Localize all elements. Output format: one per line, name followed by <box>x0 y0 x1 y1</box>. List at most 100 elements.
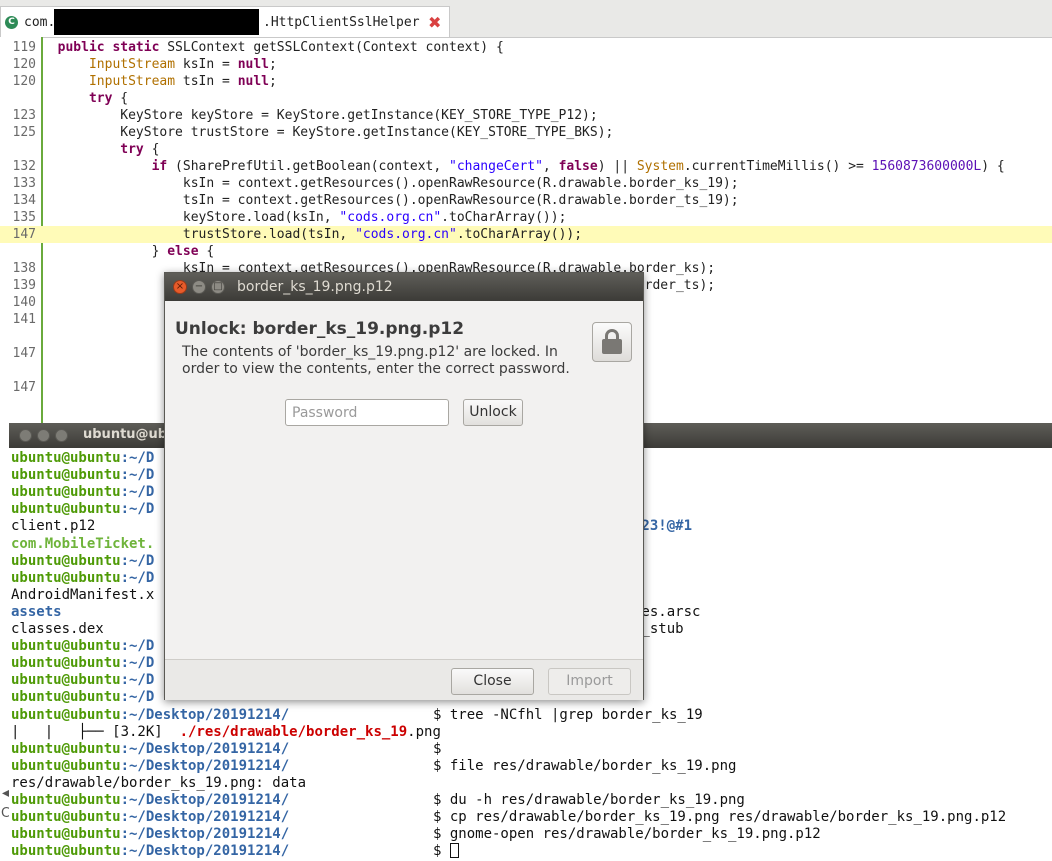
code-token: tsIn = <box>175 74 238 89</box>
unlock-button[interactable]: Unlock <box>463 399 523 426</box>
code-line[interactable]: try { <box>0 90 1052 107</box>
line-number: 147 <box>12 227 36 242</box>
code-text: try { <box>42 90 128 107</box>
dialog-title: border_ks_19.png.p12 <box>237 279 393 295</box>
code-line[interactable]: 134 tsIn = context.getResources().openRa… <box>0 192 1052 209</box>
prompt-path: :~/Desktop/20191214/ <box>120 741 290 757</box>
prompt-user: ubuntu@ubuntu <box>11 638 121 654</box>
prompt-path: :~/Desktop/20191214/ <box>120 792 290 808</box>
line-number: 134 <box>12 193 36 208</box>
command-wrap: $ cp res/drawable/border_ks_19.png res/d… <box>433 809 1006 826</box>
code-line[interactable]: 135 keyStore.load(ksIn, "cods.org.cn".to… <box>0 209 1052 226</box>
code-token: .toCharArray()); <box>456 227 583 242</box>
code-token: keyStore.load(ksIn, <box>42 210 340 225</box>
terminal-line: res/drawable/border_ks_19.png: data <box>11 775 1051 792</box>
terminal-line: ubuntu@ubuntu:~/Desktop/20191214/ $ cp re… <box>11 809 1051 826</box>
code-token: InputStream <box>88 57 176 72</box>
terminal-minimize-icon[interactable] <box>37 429 50 442</box>
dialog-titlebar: × − □ border_ks_19.png.p12 <box>165 273 643 301</box>
code-line[interactable]: 133 ksIn = context.getResources().openRa… <box>0 175 1052 192</box>
terminal-close-icon[interactable] <box>19 429 32 442</box>
prompt-path: :~/Desktop/20191214/ <box>120 758 290 774</box>
command-wrap: $ file res/drawable/border_ks_19.png <box>433 758 736 775</box>
code-token: (SharePrefUtil.getBoolean(context, <box>167 159 449 174</box>
line-number: 138 <box>12 261 36 276</box>
code-token: ) { <box>981 159 1005 174</box>
code-token: ksIn = <box>175 57 238 72</box>
import-button[interactable]: Import <box>548 668 631 695</box>
terminal-maximize-icon[interactable] <box>55 429 68 442</box>
line-number: 147 <box>12 346 36 361</box>
code-line[interactable]: try { <box>0 141 1052 158</box>
prompt-symbol: $ <box>433 792 450 808</box>
prompt-symbol: $ <box>433 843 450 859</box>
redaction-bar <box>54 9 259 35</box>
code-text: trustStore.load(tsIn, "cods.org.cn".toCh… <box>42 226 582 243</box>
code-line[interactable]: 120 InputStream tsIn = null; <box>0 73 1052 90</box>
prompt-user: ubuntu@ubuntu <box>11 741 121 757</box>
code-token: try <box>120 142 144 157</box>
tab-close-icon[interactable]: ✖ <box>428 13 441 32</box>
code-line[interactable]: 123 KeyStore keyStore = KeyStore.getInst… <box>0 107 1052 124</box>
code-line[interactable]: 132 if (SharePrefUtil.getBoolean(context… <box>0 158 1052 175</box>
prompt-user: ubuntu@ubuntu <box>11 843 121 859</box>
password-input[interactable] <box>285 399 449 426</box>
line-number: 133 <box>12 176 36 191</box>
code-text: if (SharePrefUtil.getBoolean(context, "c… <box>42 158 1005 175</box>
dialog-close-icon[interactable]: × <box>173 280 187 294</box>
tree-ext: .png <box>407 724 441 740</box>
terminal-line: ubuntu@ubuntu:~/Desktop/20191214/ $ <box>11 741 1051 758</box>
line-number: 147 <box>12 380 36 395</box>
code-token: 1560873600000L <box>871 159 982 174</box>
code-token: InputStream <box>88 74 176 89</box>
prompt-symbol: $ <box>433 826 450 842</box>
code-line[interactable]: 147 trustStore.load(tsIn, "cods.org.cn".… <box>0 226 1052 243</box>
prompt-user: ubuntu@ubuntu <box>11 707 121 723</box>
code-line[interactable]: 119 public static SSLContext getSSLConte… <box>0 39 1052 56</box>
dialog-maximize-icon[interactable]: □ <box>211 280 225 294</box>
terminal-line: ubuntu@ubuntu:~/Desktop/20191214/ $ tree … <box>11 707 1051 724</box>
line-number: 120 <box>12 57 36 72</box>
code-token: .currentTimeMillis() >= <box>683 159 872 174</box>
dialog-footer: Close Import <box>165 659 643 700</box>
code-token: tsIn = context.getResources().openRawRes… <box>42 193 739 208</box>
prompt-user: ubuntu@ubuntu <box>11 467 121 483</box>
code-line[interactable]: 120 InputStream ksIn = null; <box>0 56 1052 73</box>
prompt-path: :~/Desktop/20191214/ <box>120 826 290 842</box>
close-button[interactable]: Close <box>451 668 534 695</box>
terminal-line: ubuntu@ubuntu:~/Desktop/20191214/ $ du -h… <box>11 792 1051 809</box>
prompt-symbol: $ <box>433 758 450 774</box>
terminal-cursor <box>449 843 459 858</box>
code-line[interactable]: } else { <box>0 243 1052 260</box>
code-token: false <box>558 159 598 174</box>
code-text: InputStream ksIn = null; <box>42 56 277 73</box>
dialog-minimize-icon[interactable]: − <box>192 280 206 294</box>
code-token: trustStore.load(tsIn, <box>42 227 356 242</box>
output-text: assets <box>11 604 62 620</box>
editor-tab-bar: C com. .HttpClientSslHelper ✖ <box>0 0 1052 38</box>
code-token: "cods.org.cn" <box>339 210 442 225</box>
editor-tab[interactable]: C com. .HttpClientSslHelper ✖ <box>0 6 450 37</box>
prompt-path: :~/Desktop/20191214/ <box>120 809 290 825</box>
terminal-title: ubuntu@ub <box>83 427 168 442</box>
code-text: tsIn = context.getResources().openRawRes… <box>42 192 739 209</box>
output-text: AndroidManifest.x <box>11 587 155 603</box>
command-text: du -h res/drawable/border_ks_19.png <box>449 792 745 808</box>
tree-path: ./res/drawable/ <box>179 724 307 740</box>
prompt-path: :~/D <box>120 484 155 500</box>
tree-prefix: | | ├── [3.2K] <box>11 724 180 740</box>
prompt-path: :~/D <box>120 467 155 483</box>
prompt-path: :~/D <box>120 638 155 654</box>
code-text: KeyStore keyStore = KeyStore.getInstance… <box>42 107 597 124</box>
code-line[interactable]: 125 KeyStore trustStore = KeyStore.getIn… <box>0 124 1052 141</box>
line-number: 135 <box>12 210 36 225</box>
code-token: try <box>88 91 113 106</box>
code-token: { <box>112 91 129 106</box>
output-text: classes.dex <box>11 621 104 637</box>
prompt-path: :~/D <box>120 501 155 517</box>
code-token: KeyStore trustStore = KeyStore.getInstan… <box>42 125 614 140</box>
prompt-symbol: $ <box>433 707 450 723</box>
